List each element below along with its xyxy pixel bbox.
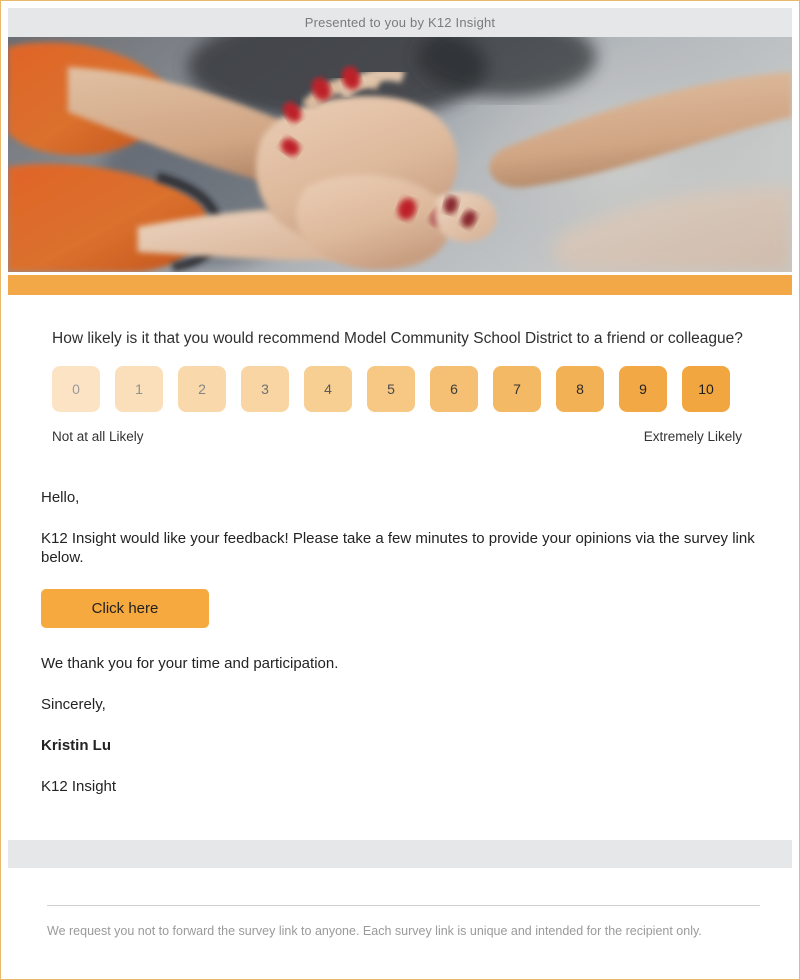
preheader-text: Presented to you by K12 Insight bbox=[304, 15, 496, 30]
nps-scale-box-5[interactable]: 5 bbox=[367, 366, 415, 412]
nps-scale-box-4[interactable]: 4 bbox=[304, 366, 352, 412]
footer-band bbox=[8, 840, 792, 868]
nps-scale[interactable]: 0 1 2 3 4 5 6 7 8 9 10 bbox=[52, 366, 748, 412]
footer-area: We request you not to forward the survey… bbox=[8, 905, 792, 941]
nps-scale-box-6[interactable]: 6 bbox=[430, 366, 478, 412]
letter-thanks: We thank you for your time and participa… bbox=[41, 655, 339, 672]
preheader-band: Presented to you by K12 Insight bbox=[8, 8, 792, 37]
nps-scale-box-8[interactable]: 8 bbox=[556, 366, 604, 412]
footer-disclaimer: We request you not to forward the survey… bbox=[47, 924, 702, 938]
letter-sender-name: Kristin Lu bbox=[41, 737, 111, 754]
nps-scale-box-3[interactable]: 3 bbox=[241, 366, 289, 412]
nps-scale-box-2[interactable]: 2 bbox=[178, 366, 226, 412]
nps-anchor-low: Not at all Likely bbox=[52, 429, 144, 444]
body-bottom-spacer bbox=[40, 818, 760, 840]
hero-image bbox=[8, 37, 792, 272]
nps-question-text: How likely is it that you would recommen… bbox=[52, 330, 743, 347]
nps-scale-box-0[interactable]: 0 bbox=[52, 366, 100, 412]
letter-sender-org: K12 Insight bbox=[41, 778, 117, 795]
nps-anchor-high: Extremely Likely bbox=[643, 429, 742, 444]
footer-divider bbox=[47, 905, 760, 906]
letter-closing: Sincerely, bbox=[41, 696, 106, 713]
letter-intro: K12 Insight would like your feedback! Pl… bbox=[41, 530, 755, 566]
team-hands-stacked-photo bbox=[8, 37, 792, 272]
letter-body: Hello, K12 Insight would like your feedb… bbox=[40, 444, 760, 796]
nps-scale-box-9[interactable]: 9 bbox=[619, 366, 667, 412]
nps-scale-box-1[interactable]: 1 bbox=[115, 366, 163, 412]
email-body: How likely is it that you would recommen… bbox=[8, 295, 792, 840]
letter-greeting: Hello, bbox=[41, 489, 80, 506]
nps-question-block: How likely is it that you would recommen… bbox=[40, 295, 760, 444]
orange-divider-bar bbox=[8, 275, 792, 295]
click-here-button[interactable]: Click here bbox=[41, 589, 209, 628]
nps-scale-box-10[interactable]: 10 bbox=[682, 366, 730, 412]
nps-anchor-row: Not at all Likely Extremely Likely bbox=[52, 429, 748, 444]
nps-scale-box-7[interactable]: 7 bbox=[493, 366, 541, 412]
email-frame: Presented to you by K12 Insight How like… bbox=[0, 0, 800, 980]
